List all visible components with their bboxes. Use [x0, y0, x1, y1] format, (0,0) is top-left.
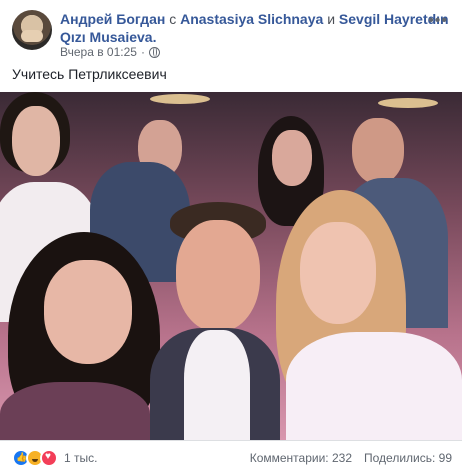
ceiling-lamp [150, 94, 210, 104]
love-icon [40, 449, 58, 467]
post-text: Учитесь Петрликсеевич [12, 66, 167, 82]
reaction-icons[interactable] [12, 449, 58, 467]
with-word: с [169, 11, 177, 27]
post-photo[interactable] [0, 92, 462, 440]
post-stats: Комментарии: 232 Поделились: 99 [250, 451, 452, 465]
post-timestamp-link[interactable]: Вчера в 01:25 [60, 45, 137, 59]
globe-icon[interactable] [148, 46, 160, 58]
right-woman-face [300, 222, 376, 324]
center-man-face [176, 220, 260, 332]
right-woman-dress [286, 332, 462, 440]
reaction-count[interactable]: 1 тыс. [64, 451, 97, 465]
bg-person-face [12, 106, 60, 176]
post-meta: Вчера в 01:25 · [60, 45, 160, 59]
reactions-bar: 1 тыс. Комментарии: 232 Поделились: 99 [0, 440, 462, 475]
author-avatar[interactable] [12, 10, 52, 50]
bg-person-face [272, 130, 312, 186]
more-options-icon[interactable]: ••• [428, 12, 448, 30]
meta-separator: · [140, 45, 145, 59]
comments-count-link[interactable]: Комментарии: 232 [250, 451, 352, 465]
bg-person-face [352, 118, 404, 184]
and-word: и [327, 11, 336, 27]
post-header: Андрей Богдан с Anastasiya Slichnaya и S… [0, 0, 462, 62]
post-byline: Андрей Богдан с Anastasiya Slichnaya и S… [60, 10, 455, 46]
avatar-hand [21, 30, 43, 42]
center-man-shirt [184, 330, 250, 440]
ceiling-lamp [378, 98, 438, 108]
shares-count-link[interactable]: Поделились: 99 [364, 451, 452, 465]
left-woman-dress [0, 382, 150, 440]
left-woman-face [44, 260, 132, 364]
author-name-link[interactable]: Андрей Богдан [60, 11, 165, 27]
tagged-person-1-link[interactable]: Anastasiya Slichnaya [180, 11, 323, 27]
